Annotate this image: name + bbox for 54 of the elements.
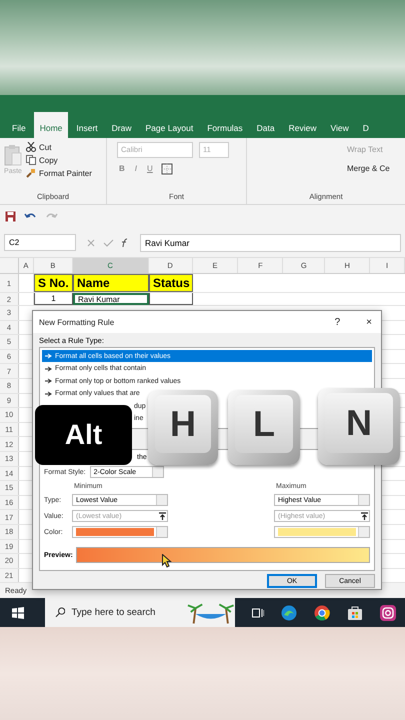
keyboard-key: Alt — [35, 405, 132, 465]
clipboard-command[interactable]: Copy — [26, 155, 92, 165]
copy-icon — [26, 155, 36, 165]
arrow-icon — [45, 378, 52, 384]
table-cell: Name — [73, 274, 149, 292]
range-picker-icon[interactable] — [360, 512, 369, 520]
task-view-icon[interactable] — [252, 606, 264, 619]
arrow-icon — [45, 353, 52, 359]
ribbon-tab[interactable]: Formulas — [201, 117, 249, 138]
clipboard-command[interactable]: Cut — [26, 142, 92, 152]
save-icon[interactable] — [5, 211, 16, 222]
table-cell: 1 — [34, 293, 73, 305]
formula-field[interactable]: Ravi Kumar — [140, 234, 401, 252]
ribbon-tab[interactable]: Draw — [106, 117, 138, 138]
color-dropdown[interactable] — [274, 526, 370, 538]
arrow-icon — [45, 366, 52, 372]
clipboard-icon — [4, 144, 22, 166]
merge-button[interactable]: Merge & Ce — [267, 164, 390, 173]
ribbon-tab[interactable]: View — [324, 117, 355, 138]
search-icon — [55, 607, 66, 618]
keyboard-key: H — [148, 390, 218, 465]
dialog-title: New Formatting Rule — [39, 318, 114, 326]
border-icon[interactable] — [160, 162, 173, 174]
table-cell: Status — [149, 274, 193, 292]
brush-icon — [26, 168, 36, 178]
table-cell: S No. — [34, 274, 73, 292]
instagram-icon[interactable] — [380, 604, 396, 621]
mouse-cursor-icon — [162, 554, 172, 568]
store-bag-icon[interactable] — [347, 605, 363, 620]
ribbon-tab[interactable]: Insert — [70, 117, 104, 138]
windows-start-icon[interactable] — [12, 606, 24, 619]
ribbon-tab[interactable]: Home — [34, 112, 68, 138]
clipboard-command[interactable]: Format Painter — [26, 168, 92, 178]
taskbar-search-bar[interactable]: Type here to search — [45, 598, 235, 628]
ribbon-tab[interactable]: Review — [282, 117, 323, 138]
arrow-icon — [45, 390, 52, 396]
edge-browser-icon[interactable] — [281, 604, 297, 621]
scissors-icon — [26, 142, 36, 152]
table-cell: Ravi Kumar — [73, 293, 149, 305]
ribbon-tab[interactable]: Data — [250, 117, 281, 138]
ribbon-tab[interactable]: D — [356, 117, 375, 138]
keyboard-key: N — [318, 388, 400, 465]
keyboard-key: L — [228, 390, 300, 465]
empty-table-cell — [149, 293, 193, 305]
chrome-browser-icon[interactable] — [314, 604, 330, 621]
name-box[interactable]: C2 — [4, 234, 76, 251]
ribbon-tab[interactable]: Page Layout — [140, 117, 200, 138]
search-input[interactable]: Type here to search — [71, 607, 182, 618]
help-button[interactable]: ? — [332, 316, 344, 328]
color-dropdown[interactable] — [72, 526, 168, 538]
hammock-palm-drawing — [187, 602, 235, 624]
range-picker-icon[interactable] — [158, 512, 167, 520]
ribbon-tab[interactable]: File — [6, 117, 32, 138]
close-button[interactable]: × — [363, 316, 375, 328]
